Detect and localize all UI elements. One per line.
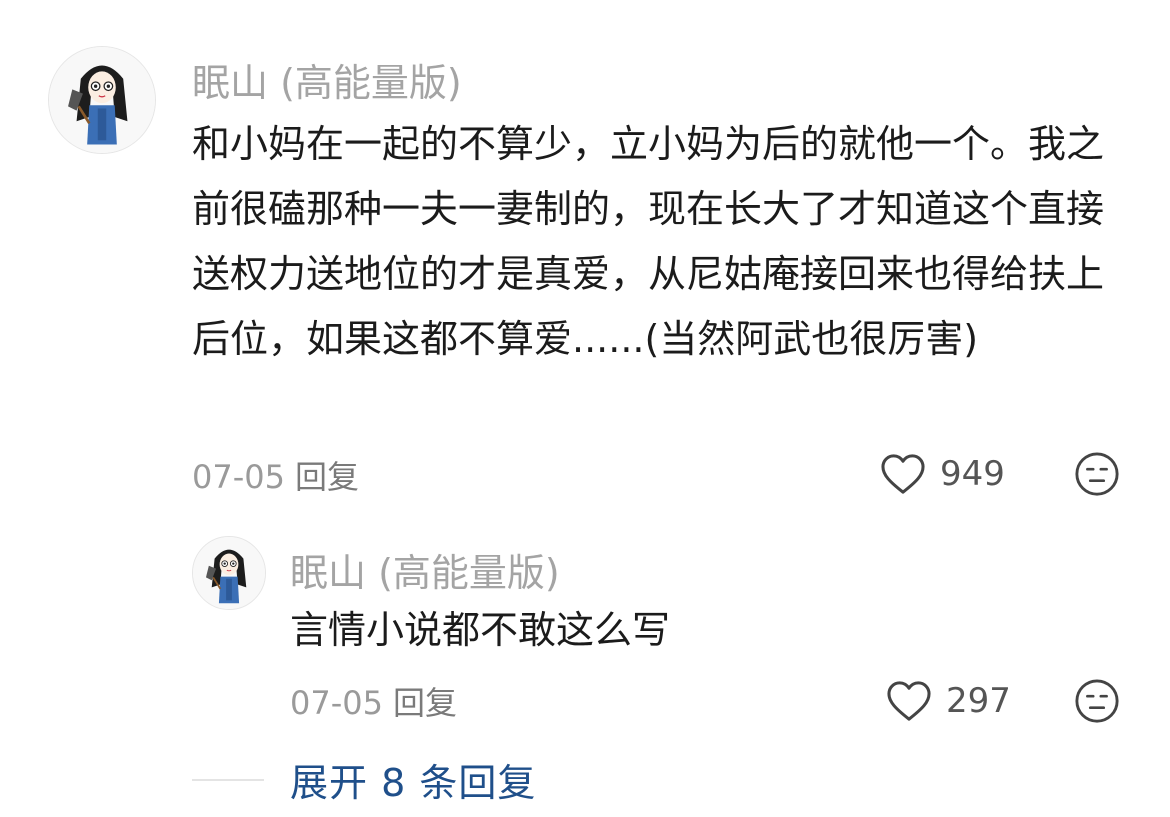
reply-like-button[interactable]: 297	[886, 677, 1011, 725]
heart-outline-icon	[881, 454, 925, 494]
comment-date: 07-05	[192, 458, 285, 496]
reply-meta: 07-05 回复	[290, 678, 457, 724]
reply-button[interactable]: 回复	[393, 684, 457, 722]
reply-date: 07-05	[290, 684, 383, 722]
divider-line	[192, 778, 264, 781]
reply-avatar[interactable]	[192, 536, 266, 610]
dislike-button[interactable]	[1074, 451, 1120, 497]
avatar-illustration-icon	[193, 537, 265, 609]
comment-meta: 07-05 回复	[192, 452, 359, 498]
expand-replies-label[interactable]: 展开 8 条回复	[290, 752, 536, 807]
avatar[interactable]	[48, 46, 156, 154]
reply-username[interactable]: 眠山 (高能量版)	[290, 542, 560, 597]
avatar-illustration-icon	[49, 47, 155, 153]
heart-outline-icon	[887, 681, 931, 721]
meh-face-icon	[1075, 452, 1119, 496]
comment-content: 和小妈在一起的不算少，立小妈为后的就他一个。我之前很磕那种一夫一妻制的，现在长大…	[192, 122, 1105, 361]
comment-username[interactable]: 眠山 (高能量版)	[192, 52, 462, 107]
reply-dislike-button[interactable]	[1074, 678, 1120, 724]
reply-like-count: 297	[946, 681, 1011, 721]
reply-content: 言情小说都不敢这么写	[290, 608, 671, 652]
expand-replies[interactable]: 展开 8 条回复	[192, 752, 536, 807]
like-button[interactable]: 949	[880, 450, 1005, 498]
reply-button[interactable]: 回复	[295, 458, 359, 496]
meh-face-icon	[1075, 679, 1119, 723]
like-count: 949	[940, 454, 1005, 494]
